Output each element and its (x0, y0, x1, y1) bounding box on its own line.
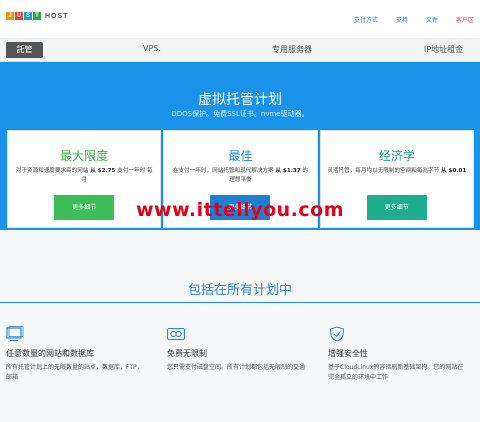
link-payment-methods[interactable]: 支付方式 (354, 15, 378, 24)
plan-description: 灵活托管，每月均以无限制的空间和每兆字节 从 $0.01 (327, 168, 467, 174)
plan-title: 经济学 (378, 149, 415, 163)
site-header: J U S T HOST 支付方式 支持 文件 客户区 (0, 0, 480, 38)
plan-title: 最大限度 (60, 149, 109, 163)
features-divider (0, 302, 480, 303)
feature-description: 您只需支付磁盘空间。所有计划都包括无限制的交通 (167, 364, 306, 371)
nav-item-hosting[interactable]: 託管 (6, 42, 43, 58)
logo-letter: U (15, 12, 23, 20)
logo[interactable]: J U S T HOST (6, 12, 68, 20)
watermark: www.ittellyou.com (135, 199, 345, 221)
plan-title: 最佳 (228, 149, 253, 163)
logo-letter: J (6, 12, 14, 20)
feature-security: 增强安全性 基于CloudLinux的容错刷新基础架构。您的网站在完全孤立的环境… (328, 326, 468, 383)
link-client-area[interactable]: 客户区 (456, 15, 474, 24)
monitor-icon (6, 326, 24, 342)
hero-title: 虚拟托管计划 (198, 92, 282, 108)
logo-letter: T (33, 12, 41, 20)
feature-description: 所有托管计划上的无限数量的站点，数据库，FTP，邮箱 (6, 364, 143, 381)
main-nav: 託管 VPS. 专用服务器 IP地址租金 (0, 38, 480, 62)
plan-description: 在支付一年时，网站托管和现代解决方案 从 $1.37 的 理想平衡 (172, 168, 309, 183)
logo-wordmark: HOST (45, 12, 69, 20)
infinity-icon (167, 326, 185, 342)
link-support[interactable]: 支持 (396, 15, 408, 24)
link-documents[interactable]: 文件 (426, 15, 438, 24)
feature-title: 增强安全性 (328, 349, 368, 358)
nav-item-dedicated[interactable]: 专用服务器 (272, 44, 312, 55)
plan-description: 对于资源和速度要求高的网站 从 $2.75 支付一年时 每月 (15, 168, 153, 183)
top-links: 支付方式 支持 文件 客户区 (354, 15, 474, 24)
feature-unlimited-sites: 任意数量的网站和数据库 所有托管计划上的无限数量的站点，数据库，FTP，邮箱 (6, 326, 146, 383)
feature-title: 免费无限制 (167, 349, 207, 358)
feature-description: 基于CloudLinux的容错刷新基础架构。您的网站在完全孤立的环境中工作 (328, 364, 464, 381)
feature-title: 任意数量的网站和数据库 (6, 349, 94, 358)
nav-item-vps[interactable]: VPS. (143, 44, 161, 53)
feature-free-traffic: 免费无限制 您只需支付磁盘空间。所有计划都包括无限制的交通 (167, 326, 307, 373)
nav-item-ip-rental[interactable]: IP地址租金 (424, 44, 463, 55)
logo-letter: S (24, 12, 32, 20)
shield-icon (328, 326, 346, 342)
features-title: 包括在所有计划中 (187, 283, 292, 298)
hero-subtitle: DDOS保护。免费SSL证书。nvme驱动器。 (171, 110, 309, 118)
